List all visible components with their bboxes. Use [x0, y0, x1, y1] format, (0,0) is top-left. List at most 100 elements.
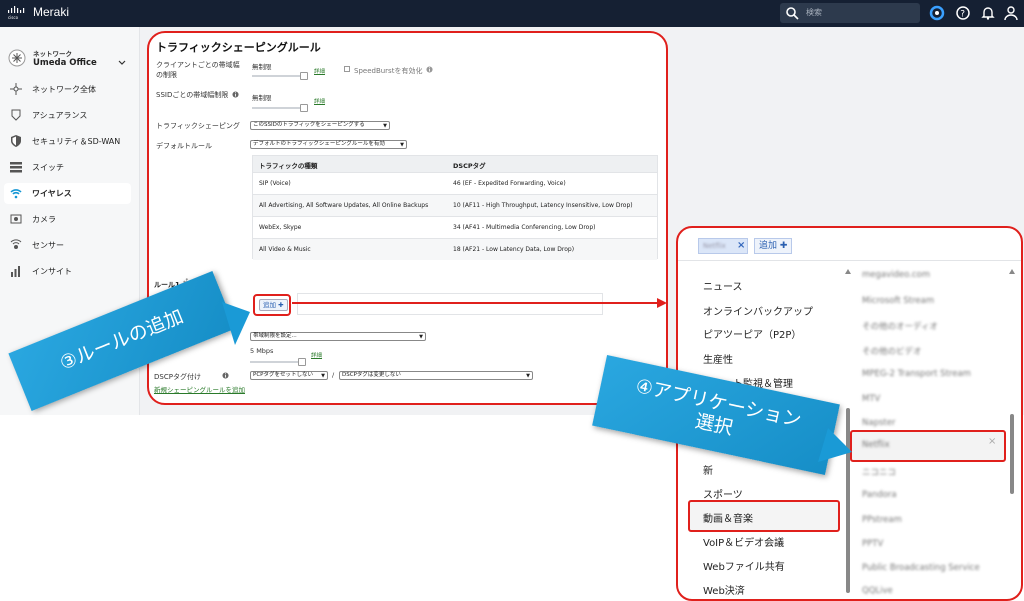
search-input[interactable]: 検索 — [780, 3, 920, 23]
category-web-payment[interactable]: Web決済 — [703, 582, 745, 597]
search-placeholder: 検索 — [806, 8, 822, 17]
traffic-type-cell: All Advertising, All Software Updates, A… — [259, 202, 429, 209]
search-icon — [786, 7, 799, 20]
sidebar-item-network-wide[interactable]: ネットワーク全体 — [4, 79, 131, 100]
app-item[interactable]: Microsoft Stream — [862, 296, 934, 306]
help-icon[interactable]: ? — [955, 5, 971, 21]
table-header: トラフィックの種類 DSCPタグ — [253, 156, 657, 172]
network-selector[interactable]: ネットワーク Umeda Office — [8, 45, 136, 73]
dscp-select-value: DSCPタグは変更しない — [342, 372, 401, 378]
app-item[interactable]: MTV — [862, 394, 880, 404]
divider — [678, 260, 1021, 261]
info-icon[interactable] — [232, 91, 239, 98]
app-item[interactable]: その他のビデオ — [862, 345, 922, 357]
app-scrollbar[interactable] — [1008, 268, 1016, 598]
category-sports[interactable]: スポーツ — [703, 486, 743, 501]
client-limit-slider[interactable] — [252, 72, 308, 80]
traffic-type-cell: WebEx, Skype — [259, 224, 302, 231]
camera-icon — [10, 214, 22, 224]
app-item[interactable]: Public Broadcasting Service — [862, 563, 980, 573]
shaping-select[interactable]: このSSIDのトラフィックをシェーピングする ▼ — [250, 121, 390, 130]
dscp-select[interactable]: DSCPタグは変更しない ▼ — [339, 371, 533, 380]
bandwidth-slider[interactable] — [250, 358, 306, 366]
sidebar-item-label: スイッチ — [32, 163, 64, 172]
page-title: トラフィックシェーピングルール — [156, 41, 321, 54]
dscp-cell: 18 (AF21 - Low Latency Data, Low Drop) — [453, 246, 575, 253]
app-item-selected[interactable]: Netflix × — [850, 430, 1006, 462]
dscp-cell: 10 (AF11 - High Throughput, Latency Inse… — [453, 202, 633, 209]
default-rules-select[interactable]: デフォルトのトラフィックシェーピングルールを有効 ▼ — [250, 140, 407, 149]
bandwidth-value: 5 Mbps — [250, 347, 274, 355]
definition-box — [297, 293, 603, 315]
sensor-icon — [10, 239, 22, 249]
sidebar-item-camera[interactable]: カメラ — [4, 209, 131, 230]
network-icon — [8, 49, 26, 67]
wifi-icon — [10, 189, 22, 199]
sidebar-item-sensor[interactable]: センサー — [4, 235, 131, 256]
shaping-select-value: このSSIDのトラフィックをシェーピングする — [253, 122, 365, 128]
category-productivity[interactable]: 生産性 — [703, 351, 733, 366]
column-header: トラフィックの種類 — [259, 162, 318, 170]
speedburst-label: SpeedBurstを有効化 — [354, 67, 423, 75]
selected-app-name: Netflix — [703, 242, 726, 250]
info-icon[interactable] — [426, 66, 433, 73]
bandwidth-select[interactable]: 帯域制限を設定... ▼ — [250, 332, 426, 341]
slider-thumb[interactable] — [298, 358, 306, 366]
dscp-label: DSCPタグ付け — [154, 373, 201, 381]
sidebar-item-assurance[interactable]: アシュアランス — [4, 105, 131, 126]
slider-thumb[interactable] — [300, 72, 308, 80]
app-item[interactable]: megavideo.com — [862, 270, 930, 280]
ssid-limit-slider[interactable] — [252, 104, 308, 112]
app-item[interactable]: PPTV — [862, 539, 883, 549]
app-item[interactable]: QQLive — [862, 586, 893, 596]
pcp-select[interactable]: PCPタグをセットしない ▼ — [250, 371, 328, 380]
category-p2p[interactable]: ピアツーピア（P2P） — [703, 326, 801, 341]
default-rules-select-value: デフォルトのトラフィックシェーピングルールを有効 — [253, 141, 385, 147]
category-video-music-label: 動画＆音楽 — [703, 514, 753, 525]
sidebar-item-security[interactable]: セキュリティ＆SD-WAN — [4, 131, 131, 152]
sidebar-item-insight[interactable]: インサイト — [4, 261, 131, 282]
app-item[interactable]: PPstream — [862, 515, 902, 525]
bell-icon[interactable] — [980, 5, 996, 21]
traffic-type-cell: All Video & Music — [259, 246, 311, 253]
category-new[interactable]: 新 — [703, 462, 713, 477]
traffic-type-cell: SIP (Voice) — [259, 180, 291, 187]
cisco-logo-icon: cisco — [8, 6, 25, 20]
sidebar-item-wireless[interactable]: ワイヤレス — [4, 183, 131, 204]
details-link[interactable]: 詳細 — [311, 351, 322, 359]
app-item[interactable]: ニコニコ — [862, 466, 896, 478]
traffic-shaping-panel: トラフィックシェーピングルール クライアントごとの帯域幅 の制限 無制限 詳細 … — [147, 31, 668, 405]
sidebar-item-switch[interactable]: スイッチ — [4, 157, 131, 178]
user-icon[interactable] — [1003, 5, 1019, 21]
add-rule-app-button[interactable]: 追加 ✚ — [259, 299, 288, 311]
top-bar: cisco Meraki 検索 ? — [0, 0, 1024, 27]
chevron-down-icon: ▼ — [419, 334, 423, 340]
category-news[interactable]: ニュース — [703, 278, 743, 293]
speedburst-checkbox[interactable] — [344, 66, 350, 72]
slider-thumb[interactable] — [300, 104, 308, 112]
new-rule-link[interactable]: 新規シェーピングルールを追加 — [154, 384, 245, 394]
category-online-backup[interactable]: オンラインバックアップ — [703, 303, 813, 318]
details-link[interactable]: 詳細 — [314, 97, 325, 105]
app-item[interactable]: Pandora — [862, 490, 897, 500]
info-icon[interactable] — [222, 372, 229, 379]
close-icon[interactable]: × — [737, 240, 745, 251]
details-link[interactable]: 詳細 — [314, 67, 325, 75]
category-video-music[interactable]: 動画＆音楽 — [688, 500, 840, 532]
add-app-button[interactable]: 追加 ✚ — [754, 238, 793, 254]
sidebar-item-label: ネットワーク全体 — [32, 85, 96, 94]
category-web-file-sharing[interactable]: Webファイル共有 — [703, 558, 785, 573]
table-row: SIP (Voice) 46 (EF - Expedited Forwardin… — [253, 172, 657, 194]
app-item[interactable]: MPEG-2 Transport Stream — [862, 369, 971, 379]
svg-text:?: ? — [960, 10, 965, 20]
svg-text:cisco: cisco — [8, 15, 19, 20]
ssid-limit-value: 無制限 — [252, 94, 272, 102]
assistant-icon[interactable] — [929, 5, 945, 21]
close-icon[interactable]: × — [988, 436, 996, 447]
app-item[interactable]: その他のオーディオ — [862, 320, 938, 332]
insight-icon — [11, 266, 20, 277]
ssid-limit-label: SSIDごとの帯域幅制限 — [156, 91, 229, 99]
chevron-down-icon: ▼ — [383, 123, 387, 129]
app-item[interactable]: Napster — [862, 418, 895, 428]
category-voip[interactable]: VoIP＆ビデオ会議 — [703, 534, 784, 549]
